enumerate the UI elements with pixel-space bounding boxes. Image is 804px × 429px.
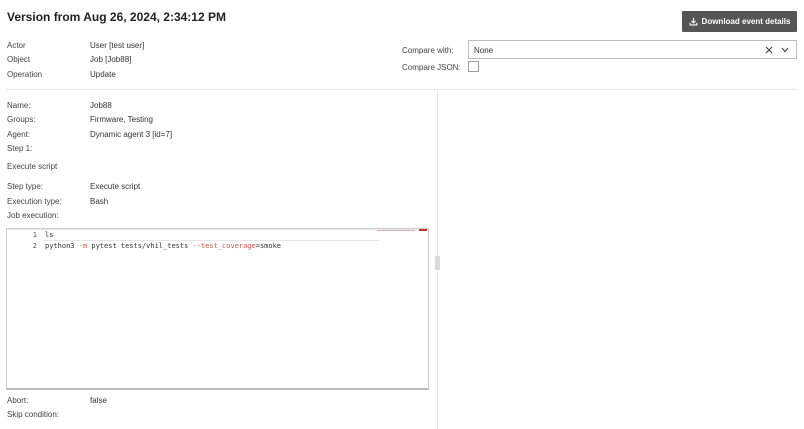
name-value: Job88	[90, 101, 112, 110]
operation-label: Operation	[7, 70, 43, 79]
compare-with-label: Compare with:	[402, 46, 454, 55]
execution-type-label: Execution type:	[7, 197, 62, 206]
groups-value: Firmware, Testing	[90, 115, 153, 124]
chevron-down-icon[interactable]	[781, 47, 789, 53]
pane-resize-handle[interactable]	[435, 256, 440, 270]
actor-label: Actor	[7, 41, 26, 50]
abort-value: false	[90, 396, 107, 405]
page-title: Version from Aug 26, 2024, 2:34:12 PM	[7, 10, 226, 24]
agent-value: Dynamic agent 3 [id=7]	[90, 130, 173, 139]
step-type-label: Step type:	[7, 182, 44, 191]
download-event-details-button[interactable]: Download event details	[682, 11, 797, 32]
line-number: 2	[32, 242, 37, 250]
compare-with-select[interactable]: None	[468, 40, 797, 59]
skip-condition-label: Skip condition:	[7, 410, 60, 419]
execution-type-value: Bash	[90, 197, 109, 206]
job-execution-label: Job execution:	[7, 211, 59, 220]
abort-label: Abort:	[7, 396, 29, 405]
code-text: python3 -m pytest tests/vhil_tests --tes…	[45, 242, 281, 250]
groups-label: Groups:	[7, 115, 36, 124]
compare-with-value: None	[474, 46, 494, 55]
code-line: 2 python3 -m pytest tests/vhil_tests --t…	[7, 242, 428, 252]
header-bar: Version from Aug 26, 2024, 2:34:12 PM Do…	[0, 0, 804, 36]
object-label: Object	[7, 55, 31, 64]
code-editor[interactable]: 1 ls 2 python3 -m pytest tests/vhil_test…	[6, 228, 429, 390]
step-label: Step 1:	[7, 144, 33, 153]
name-label: Name:	[7, 101, 31, 110]
close-icon[interactable]	[765, 46, 773, 54]
download-icon	[689, 17, 698, 26]
actor-value: User [test user]	[90, 41, 145, 50]
step-type-value: Execute script	[90, 182, 141, 191]
code-text: ls	[45, 231, 54, 239]
line-number: 1	[32, 231, 37, 239]
download-button-label: Download event details	[701, 17, 791, 26]
code-token: python3	[45, 242, 79, 250]
code-token: pytest tests/vhil_tests	[87, 242, 193, 250]
operation-value: Update	[90, 70, 116, 79]
code-line: 1 ls	[7, 231, 428, 241]
code-token: =smoke	[255, 242, 282, 250]
editor-top-border	[7, 229, 428, 230]
compare-json-checkbox[interactable]	[468, 61, 479, 72]
section-divider	[6, 89, 797, 90]
compare-json-label: Compare JSON:	[402, 63, 461, 72]
code-token-option: --test_coverage	[192, 242, 256, 250]
code-token-option: -m	[78, 242, 88, 250]
agent-label: Agent:	[7, 130, 31, 139]
object-value: Job [Job88]	[90, 55, 132, 64]
step-title: Execute script	[7, 162, 58, 171]
